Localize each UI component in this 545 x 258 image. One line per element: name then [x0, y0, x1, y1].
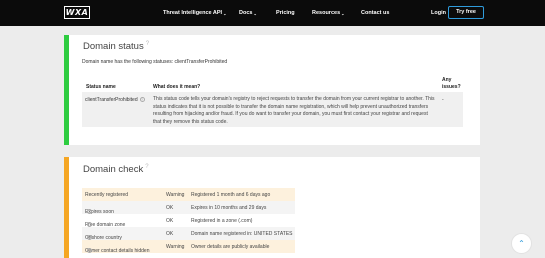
nav-resources[interactable]: Resources ⌄ [312, 0, 345, 26]
status-issues-cell: - [442, 97, 444, 103]
check-row-expires-soon: Expires soon? OK Expires in 10 months an… [82, 201, 295, 215]
check-row-owner-contact-hidden: Owner contact details hidden? Warning Ow… [82, 240, 295, 254]
check-name-text: Owner contact details hidden [85, 248, 150, 254]
status-meaning-cell: This status code tells your domain's reg… [153, 96, 435, 125]
check-result: Warning [166, 192, 185, 198]
check-row-offshore-country: Offshore country? OK Domain name registe… [82, 227, 295, 241]
site-logo[interactable]: WXA [64, 6, 90, 19]
column-header-issues: Any issues? [442, 77, 461, 90]
chevron-down-icon: ⌄ [341, 10, 345, 16]
check-result: OK [166, 218, 174, 224]
check-detail: Domain name registered in: UNITED STATES [191, 231, 293, 237]
check-row-recently-registered: Recently registered Warning Registered 1… [82, 188, 295, 201]
top-navigation-bar: WXA Threat Intelligence API ⌄ Docs ⌄ Prici… [0, 0, 545, 26]
login-link[interactable]: Login [431, 0, 446, 26]
check-detail: Registered 1 month and 6 days ago [191, 192, 271, 198]
domain-status-intro: Domain name has the following statuses: … [82, 59, 228, 65]
status-name-value: clientTransferProhibited [85, 97, 138, 103]
column-header-meaning: What does it mean? [153, 84, 201, 90]
domain-status-title: Domain status [83, 41, 144, 53]
check-name: Recently registered [85, 192, 129, 198]
check-accent-bar [64, 157, 69, 258]
status-accent-bar [64, 35, 69, 145]
check-result: OK [166, 205, 174, 211]
column-header-status-name: Status name [86, 84, 116, 90]
check-result: OK [166, 231, 174, 237]
check-result: Warning [166, 244, 185, 250]
domain-check-heading: Domain check? [83, 164, 149, 175]
check-detail: Owner details are publicly available [191, 244, 270, 250]
domain-status-heading: Domain status? [83, 41, 149, 52]
info-icon[interactable]: ? [87, 248, 92, 253]
nav-threat-intelligence-api[interactable]: Threat Intelligence API ⌄ [163, 0, 226, 26]
domain-status-card: Domain status? [64, 35, 480, 145]
chevron-up-icon: ⌃ [518, 239, 525, 248]
help-icon[interactable]: ? [146, 41, 149, 47]
nav-contact-us[interactable]: Contact us [361, 0, 389, 26]
nav-contact-us-label: Contact us [361, 10, 390, 16]
check-detail: Registered in a zone (.com) [191, 218, 253, 224]
chevron-down-icon: ⌄ [253, 10, 257, 16]
check-row-free-domain-zone: Free domain zone? OK Registered in a zon… [82, 214, 295, 228]
chevron-down-icon: ⌄ [223, 10, 227, 16]
help-icon[interactable]: ? [145, 164, 148, 170]
status-name-cell: clientTransferProhibited? [85, 97, 145, 103]
login-label: Login [431, 10, 446, 16]
nav-docs[interactable]: Docs ⌄ [239, 0, 257, 26]
nav-docs-label: Docs [239, 10, 253, 16]
scroll-to-top-button[interactable]: ⌃ [511, 233, 532, 254]
domain-check-title: Domain check [83, 164, 144, 176]
nav-threat-intelligence-api-label: Threat Intelligence API [163, 10, 223, 16]
nav-resources-label: Resources [312, 10, 341, 16]
nav-pricing[interactable]: Pricing [276, 0, 295, 26]
check-detail: Expires in 10 months and 29 days [191, 205, 267, 211]
try-free-button[interactable]: Try free [448, 6, 484, 19]
nav-pricing-label: Pricing [276, 10, 295, 16]
info-icon[interactable]: ? [139, 97, 145, 103]
